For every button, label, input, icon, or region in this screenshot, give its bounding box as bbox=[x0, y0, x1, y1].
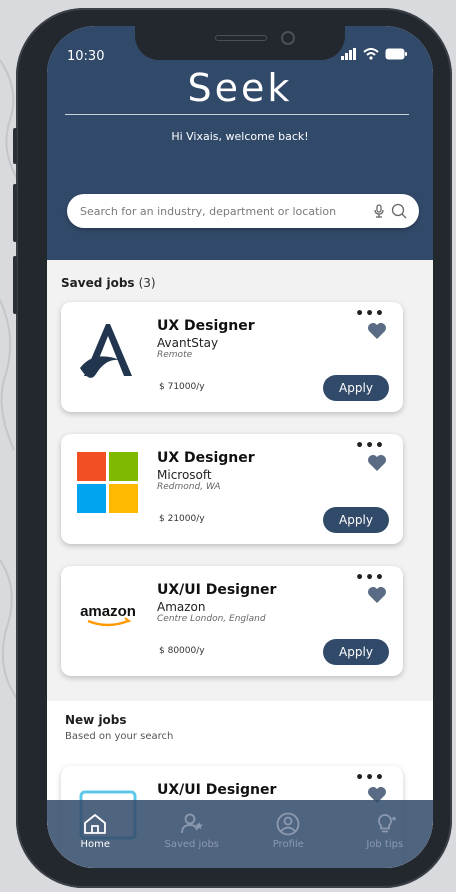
microsoft-logo bbox=[73, 448, 143, 518]
apply-button[interactable]: Apply bbox=[323, 507, 389, 533]
nav-item-home[interactable]: Home bbox=[50, 812, 140, 850]
more-options-icon[interactable]: ••• bbox=[355, 438, 385, 454]
avantstay-logo bbox=[73, 316, 143, 386]
new-jobs-title: New jobs bbox=[65, 713, 127, 727]
nav-label-saved-jobs: Saved jobs bbox=[164, 839, 220, 850]
status-time: 10:30 bbox=[67, 49, 105, 64]
phone-volume-down bbox=[13, 256, 17, 314]
job-location: Centre London, England bbox=[157, 614, 266, 624]
apply-button[interactable]: Apply bbox=[323, 639, 389, 665]
job-salary: $ 80000/y bbox=[159, 646, 205, 656]
nav-item-job-tips[interactable]: Job tips bbox=[340, 812, 430, 850]
app-screen: 10:30 Seek Hi Vixais, welcome back! Sear… bbox=[47, 26, 433, 868]
saved-jobs-icon bbox=[180, 813, 203, 834]
job-title: UX Designer bbox=[157, 450, 255, 466]
job-card[interactable]: UX Designer AvantStay Remote $ 71000/y •… bbox=[61, 302, 403, 412]
company-name: Amazon bbox=[157, 600, 206, 614]
job-title: UX/UI Designer bbox=[157, 782, 277, 798]
saved-jobs-heading: Saved jobs (3) bbox=[61, 276, 156, 290]
wifi-icon bbox=[363, 48, 379, 60]
job-salary: $ 71000/y bbox=[159, 382, 205, 392]
lightbulb-icon bbox=[377, 814, 397, 833]
amazon-logo: amazon bbox=[73, 580, 143, 650]
speaker bbox=[215, 35, 267, 41]
profile-icon bbox=[276, 812, 300, 836]
apply-button[interactable]: Apply bbox=[323, 375, 389, 401]
nav-label-job-tips: Job tips bbox=[366, 839, 404, 850]
more-options-icon[interactable]: ••• bbox=[355, 770, 385, 786]
job-location: Redmond, WA bbox=[157, 482, 221, 492]
phone-side-button bbox=[13, 128, 17, 164]
battery-icon bbox=[385, 48, 407, 60]
nav-item-profile[interactable]: Profile bbox=[243, 812, 333, 850]
job-card[interactable]: amazon UX/UI Designer Amazon Centre Lond… bbox=[61, 566, 403, 676]
new-jobs-subtitle: Based on your search bbox=[65, 731, 174, 742]
nav-item-saved-jobs[interactable]: Saved jobs bbox=[147, 812, 237, 850]
search-icon[interactable] bbox=[391, 203, 407, 219]
logo-divider bbox=[65, 114, 409, 115]
phone-volume-up bbox=[13, 184, 17, 242]
company-name: AvantStay bbox=[157, 336, 219, 350]
welcome-message: Hi Vixais, welcome back! bbox=[171, 130, 309, 143]
search-input[interactable] bbox=[80, 204, 373, 218]
nav-label-home: Home bbox=[80, 839, 111, 850]
phone-notch bbox=[135, 26, 345, 60]
search-bar[interactable] bbox=[67, 194, 419, 228]
bottom-navigation: Home Saved jobs Profile Job tips bbox=[47, 800, 433, 868]
saved-jobs-title: Saved jobs bbox=[61, 276, 135, 290]
nav-label-profile: Profile bbox=[272, 839, 304, 850]
job-location: Remote bbox=[157, 350, 193, 360]
status-icons bbox=[341, 48, 407, 60]
heart-icon[interactable] bbox=[367, 322, 387, 340]
job-title: UX Designer bbox=[157, 318, 255, 334]
more-options-icon[interactable]: ••• bbox=[355, 570, 385, 586]
home-icon bbox=[84, 814, 107, 834]
more-options-icon[interactable]: ••• bbox=[355, 306, 385, 322]
job-card[interactable]: UX Designer Microsoft Redmond, WA $ 2100… bbox=[61, 434, 403, 544]
app-logo: Seek bbox=[187, 66, 293, 110]
svg-text:amazon: amazon bbox=[80, 603, 136, 620]
job-salary: $ 21000/y bbox=[159, 514, 205, 524]
camera bbox=[281, 31, 295, 45]
heart-icon[interactable] bbox=[367, 454, 387, 472]
signal-icon bbox=[341, 48, 356, 60]
microphone-icon[interactable] bbox=[373, 204, 385, 218]
company-name: Microsoft bbox=[157, 468, 212, 482]
header: 10:30 Seek Hi Vixais, welcome back! bbox=[47, 26, 433, 260]
saved-jobs-count: (3) bbox=[138, 276, 156, 290]
heart-icon[interactable] bbox=[367, 586, 387, 604]
job-title: UX/UI Designer bbox=[157, 582, 277, 598]
